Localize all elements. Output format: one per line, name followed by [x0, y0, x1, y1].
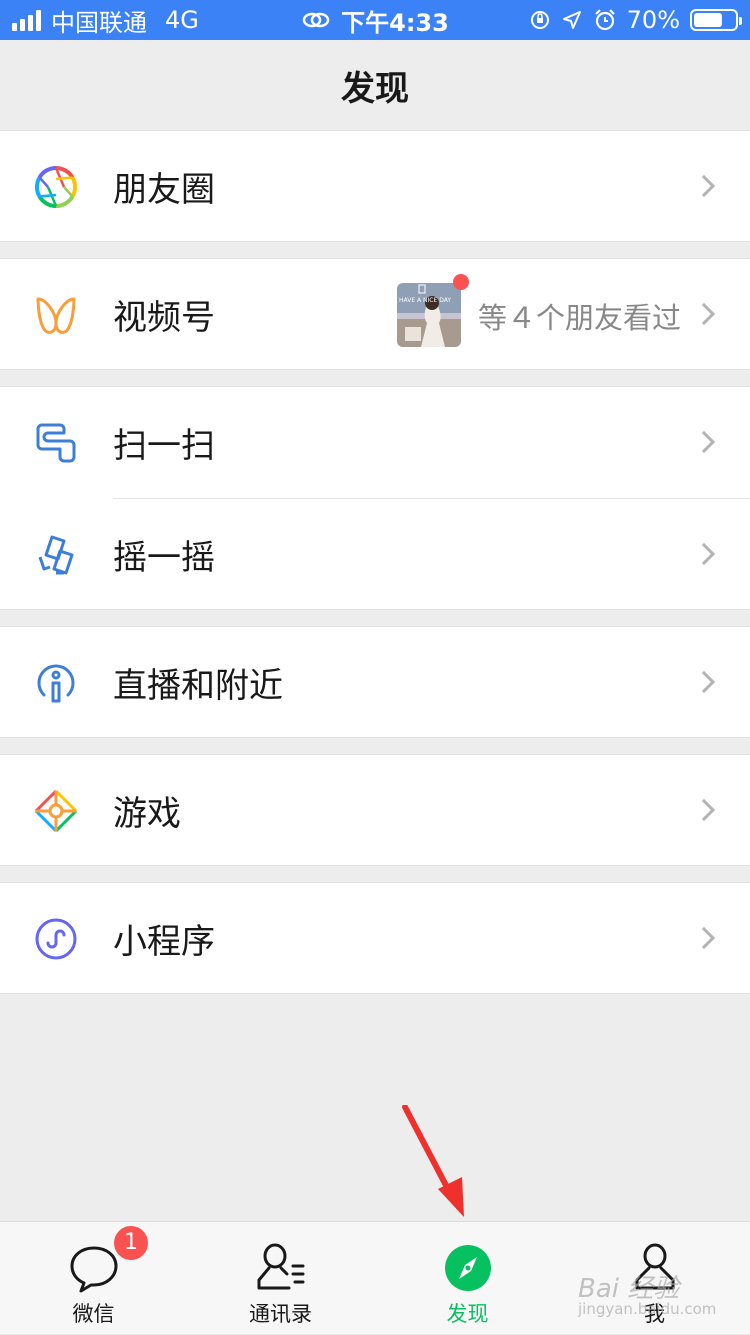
- tab-label: 通讯录: [249, 1302, 312, 1326]
- alarm-icon: [594, 9, 615, 31]
- games-icon: [34, 789, 78, 833]
- battery-icon: [690, 9, 742, 31]
- tab-label: 微信: [72, 1302, 115, 1326]
- friend-video-thumbnail[interactable]: HAVE A NICE DAY: [397, 283, 461, 347]
- rotation-lock-icon: [530, 11, 549, 29]
- mini-program-icon: [35, 918, 77, 960]
- nav-bar: 发现: [0, 40, 750, 130]
- unread-badge: 1: [114, 1226, 148, 1260]
- menu-label: 朋友圈: [113, 170, 215, 210]
- chevron-right-icon: [701, 798, 716, 822]
- menu-label: 摇一摇: [113, 538, 215, 578]
- group-moments: 朋友圈: [0, 130, 750, 242]
- menu-item-live-nearby[interactable]: 直播和附近: [0, 627, 750, 738]
- menu-item-moments[interactable]: 朋友圈: [0, 131, 750, 242]
- tab-contacts[interactable]: 通讯录: [187, 1222, 374, 1335]
- chevron-right-icon: [701, 926, 716, 950]
- friends-watched-text: 等４个朋友看过: [478, 301, 682, 335]
- scan-icon: [36, 423, 76, 463]
- channels-icon: [36, 297, 76, 334]
- new-content-dot: [453, 274, 469, 290]
- tab-discover[interactable]: 发现: [374, 1222, 561, 1335]
- clock-time: 下午4:33: [341, 8, 449, 37]
- chevron-right-icon: [701, 174, 716, 198]
- thumbnail-neon-text: HAVE A NICE DAY: [399, 297, 452, 304]
- group-live-nearby: 直播和附近: [0, 626, 750, 738]
- group-channels: 视频号 HAVE A NICE DAY 等４个朋友看过: [0, 258, 750, 370]
- contacts-icon: [257, 1243, 304, 1290]
- menu-label: 扫一扫: [113, 426, 215, 466]
- status-right: 70%: [529, 0, 742, 40]
- chevron-right-icon: [701, 542, 716, 566]
- live-nearby-icon: [37, 664, 75, 703]
- menu-label: 游戏: [113, 794, 181, 834]
- shake-icon: [38, 535, 74, 575]
- chevron-right-icon: [701, 302, 716, 326]
- group-mini-programs: 小程序: [0, 882, 750, 994]
- annotation-arrow-icon: [402, 1105, 464, 1217]
- tab-label: 发现: [446, 1302, 489, 1326]
- group-scan-shake: 扫一扫 摇一摇: [0, 386, 750, 610]
- discover-compass-icon: [444, 1245, 491, 1291]
- battery-percent: 70%: [626, 6, 680, 34]
- menu-item-channels[interactable]: 视频号 HAVE A NICE DAY 等４个朋友看过: [0, 259, 750, 370]
- menu-item-mini-programs[interactable]: 小程序: [0, 883, 750, 994]
- chevron-right-icon: [701, 670, 716, 694]
- chat-icon: [70, 1246, 117, 1293]
- menu-label: 小程序: [113, 922, 215, 962]
- group-games: 游戏: [0, 754, 750, 866]
- chevron-right-icon: [701, 430, 716, 454]
- status-bar: 中国联通 4G 下午4:33 70%: [0, 0, 750, 40]
- menu-label: 直播和附近: [113, 666, 283, 706]
- baidu-watermark-url: jingyan.baidu.com: [578, 1300, 717, 1318]
- link-icon: [302, 12, 330, 28]
- location-arrow-icon: [562, 11, 581, 29]
- menu-label: 视频号: [113, 298, 215, 338]
- page-title: 发现: [341, 68, 409, 109]
- menu-item-scan[interactable]: 扫一扫: [0, 387, 750, 498]
- menu-item-games[interactable]: 游戏: [0, 755, 750, 866]
- tab-chats[interactable]: 1 微信: [0, 1222, 187, 1335]
- menu-item-shake[interactable]: 摇一摇: [0, 499, 750, 610]
- moments-icon: [34, 165, 78, 209]
